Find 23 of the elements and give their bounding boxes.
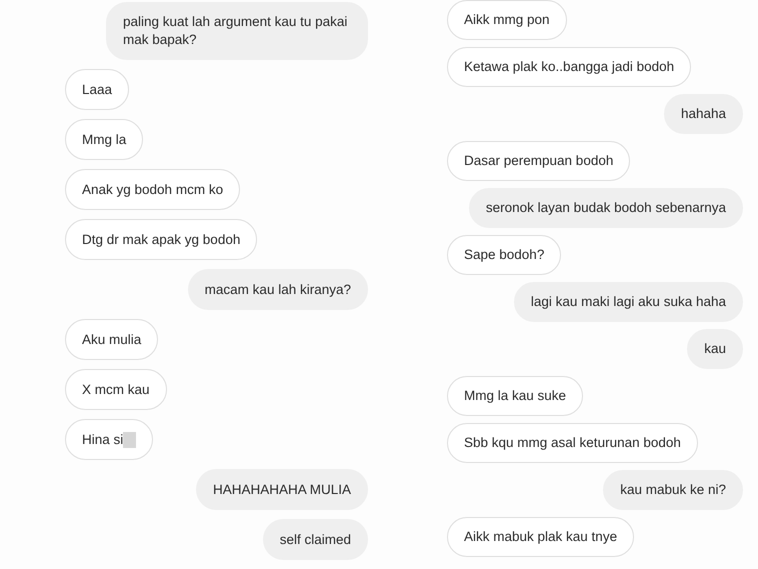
message-text: self claimed [280,530,351,548]
message-text: Ketawa plak ko..bangga jadi bodoh [464,58,674,76]
message-text: Mmg la kau suke [464,387,566,405]
message-text: hahaha [680,105,726,123]
message-text: Anak yg bodoh mcm ko [82,180,224,198]
message-text: Sape bodoh? [464,246,544,264]
message-text: paling kuat lah argument kau tu pakai mak bapak? [123,13,348,49]
message-text: HAHAHAHAHA MULIA [212,480,351,498]
message-text: Laaa [82,80,112,98]
message-text: Dtg dr mak apak yg bodoh [82,230,240,248]
message-text: Dasar perempuan bodoh [464,152,614,170]
message-text: X mcm kau [82,380,150,398]
message-text: Mmg la [82,130,126,148]
message-text: lagi kau maki lagi aku suka haha [530,293,726,311]
message-text: kau mabuk ke ni? [620,481,726,499]
message-text: Aikk mabuk plak kau tnye [464,528,618,546]
message-text: Aku mulia [82,330,142,348]
message-text: Hina si [82,430,124,448]
message-text: seronok layan budak bodoh sebenarnya [486,199,726,217]
message-text: macam kau lah kiranya? [204,280,351,298]
message-text: Sbb kqu mmg asal keturunan bodoh [464,434,681,452]
message-text: kau [704,340,726,358]
message-text: Aikk mmg pon [464,11,550,29]
